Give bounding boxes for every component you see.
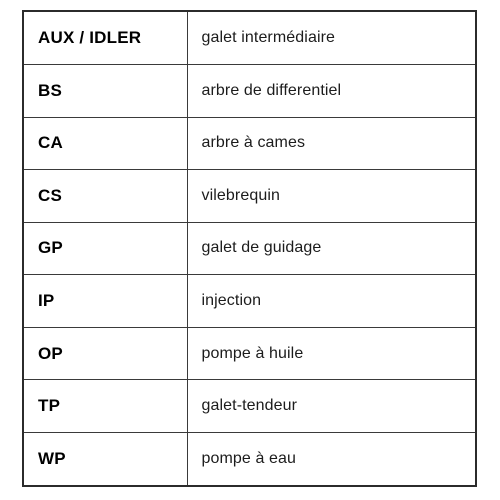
abbreviation-cell: CS	[24, 169, 188, 223]
legend-page: AUX / IDLER galet intermédiaire BS arbre…	[0, 0, 500, 500]
abbreviation-cell: TP	[24, 379, 188, 433]
table-row: BS arbre de differentiel	[24, 64, 475, 118]
description-cell: galet intermédiaire	[187, 12, 475, 66]
table-row: CA arbre à cames	[24, 117, 475, 171]
description-cell: pompe à eau	[187, 432, 475, 485]
abbreviation-cell: GP	[24, 222, 188, 276]
table-row: IP injection	[24, 274, 475, 328]
abbreviation-cell: CA	[24, 117, 188, 171]
abbreviation-cell: AUX / IDLER	[24, 12, 188, 66]
description-cell: galet-tendeur	[187, 379, 475, 433]
description-cell: arbre de differentiel	[187, 64, 475, 118]
table-row: TP galet-tendeur	[24, 379, 475, 433]
abbreviation-cell: IP	[24, 274, 188, 328]
table-row: WP pompe à eau	[24, 432, 475, 485]
table-row: OP pompe à huile	[24, 327, 475, 381]
table-row: GP galet de guidage	[24, 222, 475, 276]
abbreviation-legend-table: AUX / IDLER galet intermédiaire BS arbre…	[22, 10, 477, 487]
abbreviation-cell: WP	[24, 432, 188, 485]
description-cell: vilebrequin	[187, 169, 475, 223]
description-cell: pompe à huile	[187, 327, 475, 381]
description-cell: injection	[187, 274, 475, 328]
description-cell: galet de guidage	[187, 222, 475, 276]
abbreviation-cell: BS	[24, 64, 188, 118]
legend-table: AUX / IDLER galet intermédiaire BS arbre…	[24, 12, 475, 485]
table-row: CS vilebrequin	[24, 169, 475, 223]
description-cell: arbre à cames	[187, 117, 475, 171]
table-row: AUX / IDLER galet intermédiaire	[24, 12, 475, 66]
abbreviation-cell: OP	[24, 327, 188, 381]
legend-table-body: AUX / IDLER galet intermédiaire BS arbre…	[24, 12, 475, 485]
